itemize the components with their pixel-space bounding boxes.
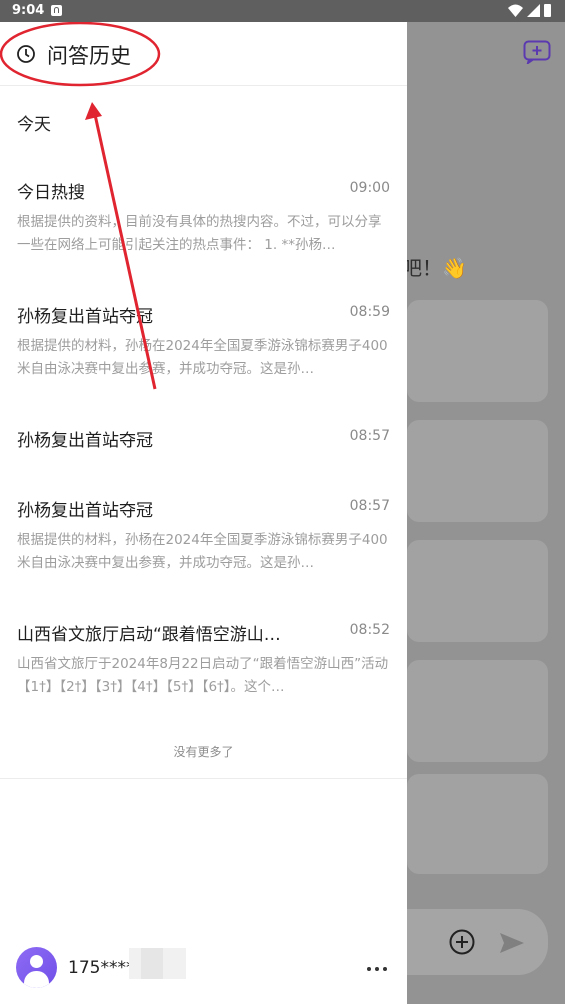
greeting-text: 吧！👋 [402,256,467,280]
history-item[interactable]: 孙杨复出首站夺冠 08:57 [0,426,407,456]
more-options-icon[interactable] [364,962,390,976]
history-item-title: 孙杨复出首站夺冠 [17,307,153,327]
history-drawer: 问答历史 今天 今日热搜 09:00 根据提供的资料，目前没有具体的热搜内容。不… [0,22,407,1004]
history-item-time: 08:57 [349,428,390,444]
clock-icon [17,45,35,63]
add-icon[interactable] [449,929,475,955]
masked-text-block [129,948,186,979]
history-item-time: 09:00 [349,180,390,196]
history-item-time: 08:52 [349,622,390,638]
history-item[interactable]: 孙杨复出首站夺冠 08:57 根据提供的材料，孙杨在2024年全国夏季游泳锦标赛… [0,496,407,576]
user-name: 175**** [68,958,135,978]
drawer-header: 问答历史 [0,22,407,86]
history-item-preview: 根据提供的材料，孙杨在2024年全国夏季游泳锦标赛男子400米自由泳决赛中复出参… [17,338,388,377]
wifi-icon [508,4,523,17]
history-item-preview: 根据提供的资料，目前没有具体的热搜内容。不过，可以分享一些在网络上可能引起关注的… [17,214,382,253]
suggestion-card[interactable] [407,300,548,402]
suggestion-card[interactable] [407,540,548,642]
avatar-body-shape [24,971,49,988]
battery-icon [544,4,551,17]
new-chat-icon[interactable] [523,40,551,64]
history-item-title: 山西省文旅厅启动“跟着悟空游山… [17,625,281,645]
section-label-today: 今天 [17,115,51,135]
notification-a-icon [51,5,62,16]
history-item[interactable]: 山西省文旅厅启动“跟着悟空游山… 08:52 山西省文旅厅于2024年8月22日… [0,620,407,700]
history-item-title: 今日热搜 [17,183,85,203]
history-item-time: 08:57 [349,498,390,514]
drawer-title: 问答历史 [47,44,131,68]
divider [0,778,407,779]
annotation-arrowhead [85,102,102,120]
suggestion-card[interactable] [407,660,548,762]
history-item[interactable]: 孙杨复出首站夺冠 08:59 根据提供的材料，孙杨在2024年全国夏季游泳锦标赛… [0,302,407,382]
suggestion-card[interactable] [407,420,548,522]
history-item-title: 孙杨复出首站夺冠 [17,431,153,451]
history-item-preview: 根据提供的材料，孙杨在2024年全国夏季游泳锦标赛男子400米自由泳决赛中复出参… [17,532,388,571]
no-more-label: 没有更多了 [173,745,234,759]
chat-input-bar[interactable] [407,909,548,975]
avatar[interactable] [16,947,57,988]
history-item-preview: 山西省文旅厅于2024年8月22日启动了“跟着悟空游山西”活动【1†】【2†】【… [17,656,389,695]
history-item-time: 08:59 [349,304,390,320]
send-icon[interactable] [499,931,525,955]
status-bar: 9:04 [0,0,565,22]
user-footer[interactable]: 175**** [0,942,407,998]
history-item[interactable]: 今日热搜 09:00 根据提供的资料，目前没有具体的热搜内容。不过，可以分享一些… [0,178,407,258]
avatar-head-shape [30,955,43,968]
signal-icon [527,4,540,17]
history-item-title: 孙杨复出首站夺冠 [17,501,153,521]
status-time: 9:04 [12,3,45,18]
suggestion-card[interactable] [407,774,548,874]
